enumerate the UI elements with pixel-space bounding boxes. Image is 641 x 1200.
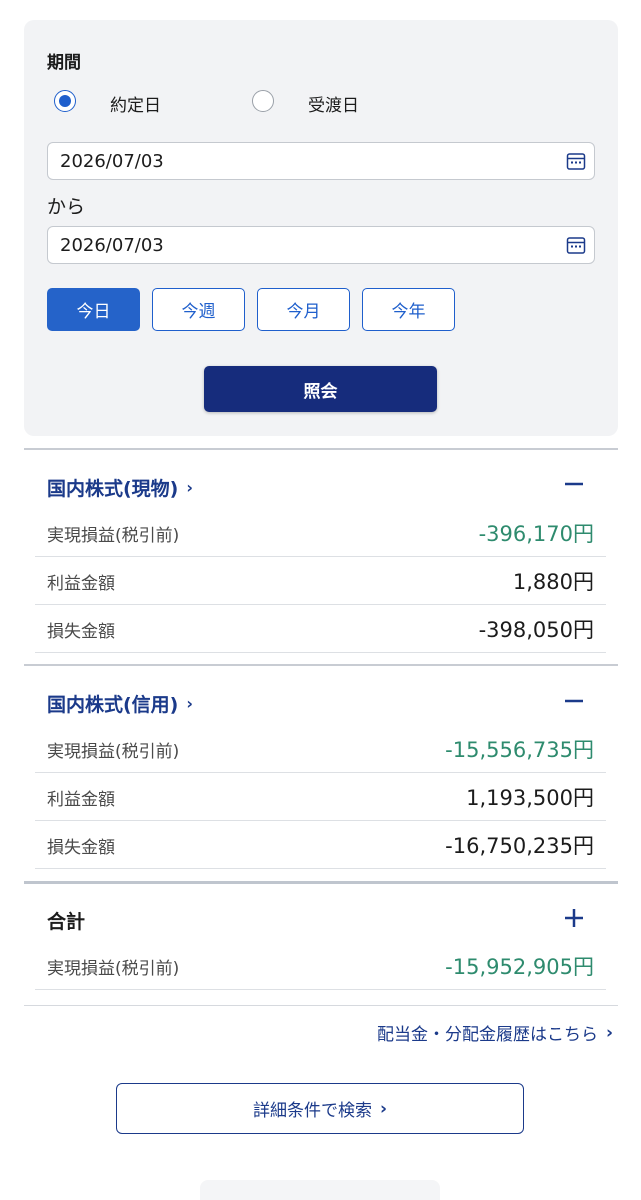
- row-label: 実現損益(税引前): [47, 742, 180, 762]
- date-from-value: 2026/07/03: [60, 150, 164, 172]
- row-label: 実現損益(税引前): [47, 526, 180, 546]
- radio-trade-date[interactable]: 約定日: [54, 90, 161, 116]
- radio-trade-date-label: 約定日: [110, 96, 161, 116]
- table-row: 利益金額 1,880円: [35, 557, 606, 605]
- row-label: 実現損益(税引前): [47, 959, 180, 979]
- quick-year-button[interactable]: 今年: [362, 288, 455, 331]
- from-label: から: [47, 196, 86, 218]
- table-row: 利益金額 1,193,500円: [35, 773, 606, 821]
- row-value: -16,750,235円: [445, 834, 594, 858]
- section-divider: [24, 664, 618, 666]
- table-row: 実現損益(税引前) -15,952,905円: [35, 942, 606, 990]
- section-divider: [24, 448, 618, 450]
- collapse-minus-icon[interactable]: [563, 690, 585, 712]
- table-row: 損失金額 -16,750,235円: [35, 821, 606, 869]
- calendar-icon[interactable]: [566, 235, 586, 255]
- table-row: 実現損益(税引前) -396,170円: [35, 509, 606, 557]
- section-divider: [24, 1005, 618, 1006]
- quick-today-button[interactable]: 今日: [47, 288, 140, 331]
- radio-unchecked-icon: [252, 90, 274, 112]
- date-to-value: 2026/07/03: [60, 234, 164, 256]
- chevron-right-icon: ›: [379, 1098, 387, 1119]
- chevron-right-icon: ›: [186, 478, 193, 497]
- row-label: 利益金額: [47, 574, 115, 594]
- section-title-text: 国内株式(信用): [47, 694, 179, 716]
- radio-delivery-date-label: 受渡日: [308, 96, 359, 116]
- section-title-text: 国内株式(現物): [47, 478, 179, 500]
- row-value: -15,952,905円: [445, 955, 594, 979]
- chevron-right-icon: ›: [186, 694, 193, 713]
- detail-search-label: 詳細条件で検索: [252, 1101, 372, 1121]
- bottom-bar-edge: [200, 1180, 440, 1200]
- row-value: -396,170円: [478, 522, 594, 546]
- radio-delivery-date[interactable]: 受渡日: [252, 90, 359, 116]
- expand-plus-icon[interactable]: [563, 907, 585, 929]
- quick-month-button[interactable]: 今月: [257, 288, 350, 331]
- section-title-spot[interactable]: 国内株式(現物) ›: [47, 474, 193, 501]
- row-value: -398,050円: [478, 618, 594, 642]
- radio-checked-icon: [54, 90, 76, 112]
- row-label: 利益金額: [47, 790, 115, 810]
- row-label: 損失金額: [47, 838, 115, 858]
- date-from-input[interactable]: 2026/07/03: [47, 142, 595, 180]
- section-title-total: 合計: [47, 907, 85, 934]
- calendar-icon[interactable]: [566, 151, 586, 171]
- section-title-text: 合計: [47, 911, 86, 933]
- table-row: 実現損益(税引前) -15,556,735円: [35, 725, 606, 773]
- row-label: 損失金額: [47, 622, 115, 642]
- dividend-history-link[interactable]: 配当金・分配金履歴はこちら ›: [376, 1020, 613, 1046]
- section-title-margin[interactable]: 国内株式(信用) ›: [47, 690, 193, 717]
- period-label: 期間: [47, 53, 81, 73]
- section-divider: [24, 881, 618, 884]
- detail-search-button[interactable]: 詳細条件で検索 ›: [116, 1083, 524, 1134]
- row-value: 1,193,500円: [466, 786, 594, 810]
- inquiry-button[interactable]: 照会: [204, 366, 437, 412]
- row-value: 1,880円: [512, 570, 594, 594]
- dividend-history-text: 配当金・分配金履歴はこちら: [376, 1025, 598, 1045]
- table-row: 損失金額 -398,050円: [35, 605, 606, 653]
- filter-panel: 期間 約定日 受渡日 2026/07/03 から 2026/07/03 今日 今…: [24, 20, 618, 436]
- date-to-input[interactable]: 2026/07/03: [47, 226, 595, 264]
- realized-pl-page: 期間 約定日 受渡日 2026/07/03 から 2026/07/03 今日 今…: [0, 0, 641, 1200]
- collapse-minus-icon[interactable]: [563, 473, 585, 495]
- chevron-right-icon: ›: [605, 1022, 613, 1043]
- quick-week-button[interactable]: 今週: [152, 288, 245, 331]
- row-value: -15,556,735円: [445, 738, 594, 762]
